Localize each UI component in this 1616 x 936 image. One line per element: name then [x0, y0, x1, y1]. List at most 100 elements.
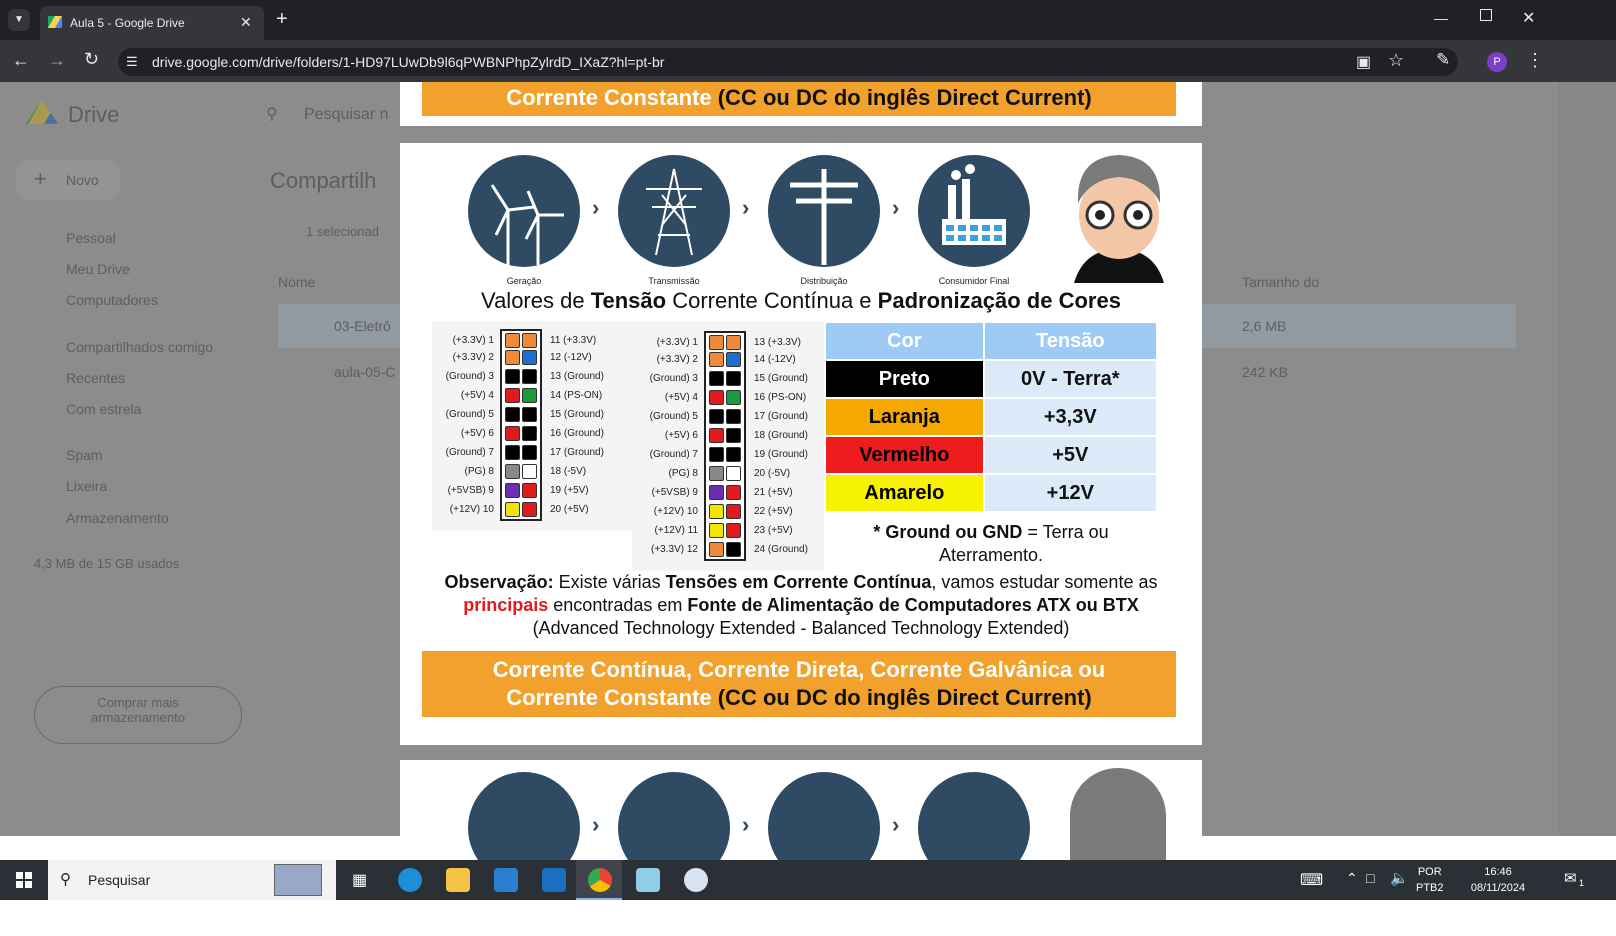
- pin-label: 11 (+3.3V): [550, 335, 597, 346]
- taskbar-search-box[interactable]: ⚲ Pesquisar: [48, 860, 336, 900]
- sidebar-item: Lixeira: [66, 478, 108, 494]
- preview-page-main: Geração › Transmissão › Distribuição › C…: [400, 143, 1202, 745]
- sidebar-item: Meu Drive: [66, 261, 130, 277]
- edge-icon[interactable]: [398, 868, 422, 892]
- search-icon: ⚲: [266, 106, 278, 123]
- lang-line: PTB2: [1416, 882, 1444, 894]
- pin-row: (+3.3V) 2 14 (-12V): [634, 350, 808, 369]
- language-indicator[interactable]: POR PTB2: [1416, 864, 1444, 896]
- pin-label: (PG) 8: [668, 468, 698, 479]
- pin-square: [709, 503, 724, 519]
- pin-label: 15 (Ground): [550, 409, 604, 420]
- clock[interactable]: 16:46 08/11/2024: [1464, 864, 1532, 896]
- task-view-icon[interactable]: ▦: [352, 870, 367, 890]
- clock-date: 08/11/2024: [1470, 882, 1526, 894]
- title-part: Valores de: [481, 288, 591, 313]
- pin-square: [505, 463, 520, 479]
- chevron-right-icon: ›: [892, 812, 900, 837]
- keyboard-icon[interactable]: ⌨: [1300, 870, 1323, 890]
- profile-avatar[interactable]: P: [1487, 52, 1507, 72]
- volume-icon[interactable]: 🔈: [1390, 869, 1409, 887]
- cell-tensao: +5V: [984, 437, 1156, 473]
- pin-label: (Ground) 5: [649, 411, 698, 422]
- file-size: 2,6 MB: [1242, 318, 1287, 334]
- avatar-character-icon: [1064, 149, 1174, 283]
- drive-logo-text: Drive: [68, 102, 120, 127]
- pin-square: [726, 503, 741, 519]
- pin-square: [726, 446, 741, 462]
- pin-label: 14 (PS-ON): [550, 390, 603, 401]
- pin-label: (Ground) 7: [649, 449, 698, 460]
- pin-row: (+5V) 4 16 (PS-ON): [634, 388, 808, 407]
- power-pole-icon: [768, 772, 880, 860]
- pin-square: [709, 370, 724, 386]
- chrome-icon[interactable]: [588, 868, 612, 892]
- file-explorer-icon[interactable]: [446, 868, 470, 892]
- pin-square: [522, 425, 537, 441]
- tab-search-button[interactable]: ▼: [8, 9, 30, 31]
- forward-icon[interactable]: →: [48, 50, 66, 71]
- preview-page-next: › › ›: [400, 760, 1202, 860]
- pin-label: 17 (Ground): [550, 447, 604, 458]
- side-panel-strip: [1558, 82, 1616, 836]
- pin-row: (Ground) 5 15 (Ground): [430, 405, 604, 424]
- pin-row: (Ground) 7 19 (Ground): [634, 445, 808, 464]
- start-icon[interactable]: [16, 872, 32, 888]
- new-button: + Novo: [16, 160, 120, 200]
- browser-tab[interactable]: Aula 5 - Google Drive ✕: [40, 6, 264, 40]
- conn24-pins: (+3.3V) 1 13 (+3.3V) (+3.3V) 2 14 (-12V) (Gr…: [634, 331, 808, 561]
- extensions-icon[interactable]: ✎: [1436, 50, 1450, 70]
- windows-taskbar: ⚲ Pesquisar ▦ ⌨ ⌃ □ 🔈 POR PTB2 16:46 08/…: [0, 860, 1616, 900]
- close-window-icon[interactable]: ✕: [1522, 8, 1535, 28]
- pin-label: 13 (Ground): [550, 371, 604, 382]
- selection-count: 1 selecionad: [306, 224, 379, 239]
- chevron-right-icon: ›: [592, 195, 600, 220]
- minimize-icon[interactable]: —: [1434, 10, 1448, 26]
- site-info-icon[interactable]: ☰: [126, 54, 138, 70]
- menu-icon[interactable]: ⋮: [1526, 50, 1544, 71]
- reload-icon[interactable]: ↻: [84, 49, 99, 70]
- pin-label: 19 (+5V): [550, 485, 589, 496]
- file-name: 03-Eletrô: [334, 318, 391, 334]
- buy-storage-button: Comprar mais armazenamento: [34, 686, 242, 744]
- transmission-tower-icon: [618, 155, 730, 267]
- store-icon[interactable]: [494, 868, 518, 892]
- banner-line2-dark: (CC ou DC do inglês Direct Current): [717, 685, 1092, 710]
- notes-app-icon[interactable]: [636, 868, 660, 892]
- pin-square: [505, 482, 520, 498]
- pin-square: [726, 334, 741, 350]
- pin-label: (+5V) 6: [460, 428, 494, 439]
- title-part: Corrente Contínua e: [666, 288, 878, 313]
- notification-icon[interactable]: ✉: [1564, 869, 1577, 887]
- pin-square: [726, 370, 741, 386]
- pin-square: [726, 484, 741, 500]
- taskbar-search-label: Pesquisar: [88, 872, 151, 888]
- close-tab-icon[interactable]: ✕: [240, 14, 252, 31]
- pin-label: 19 (Ground): [754, 449, 808, 460]
- pin-row: (+3.3V) 1 13 (+3.3V): [634, 331, 808, 352]
- wind-turbine-icon: [468, 772, 580, 860]
- install-icon[interactable]: ▣: [1356, 52, 1371, 72]
- cell-tensao: 0V - Terra*: [984, 361, 1156, 397]
- mail-icon[interactable]: [542, 868, 566, 892]
- pin-square: [726, 541, 741, 557]
- network-icon[interactable]: □: [1366, 870, 1374, 886]
- pin-row: (PG) 8 20 (-5V): [634, 464, 808, 483]
- back-icon[interactable]: ←: [12, 50, 30, 71]
- bookmark-star-icon[interactable]: ☆: [1388, 50, 1404, 71]
- new-tab-button[interactable]: +: [276, 8, 288, 31]
- url-field[interactable]: ☰ drive.google.com/drive/folders/1-HD97L…: [118, 48, 1458, 76]
- paint-icon[interactable]: [684, 868, 708, 892]
- pin-square: [505, 501, 520, 517]
- pin-row: (PG) 8 18 (-5V): [430, 462, 604, 481]
- chevron-right-icon: ›: [742, 195, 750, 220]
- obs-part: Observação:: [444, 572, 554, 592]
- icon-label: Transmissão: [648, 276, 700, 286]
- title-part: Tensão: [590, 288, 667, 313]
- pin-square: [709, 484, 724, 500]
- url-text: drive.google.com/drive/folders/1-HD97LUw…: [152, 54, 665, 70]
- pin-row: (Ground) 7 17 (Ground): [430, 443, 604, 462]
- lang-line: POR: [1417, 866, 1442, 878]
- show-hidden-icons[interactable]: ⌃: [1346, 870, 1358, 887]
- restore-icon[interactable]: [1480, 9, 1492, 21]
